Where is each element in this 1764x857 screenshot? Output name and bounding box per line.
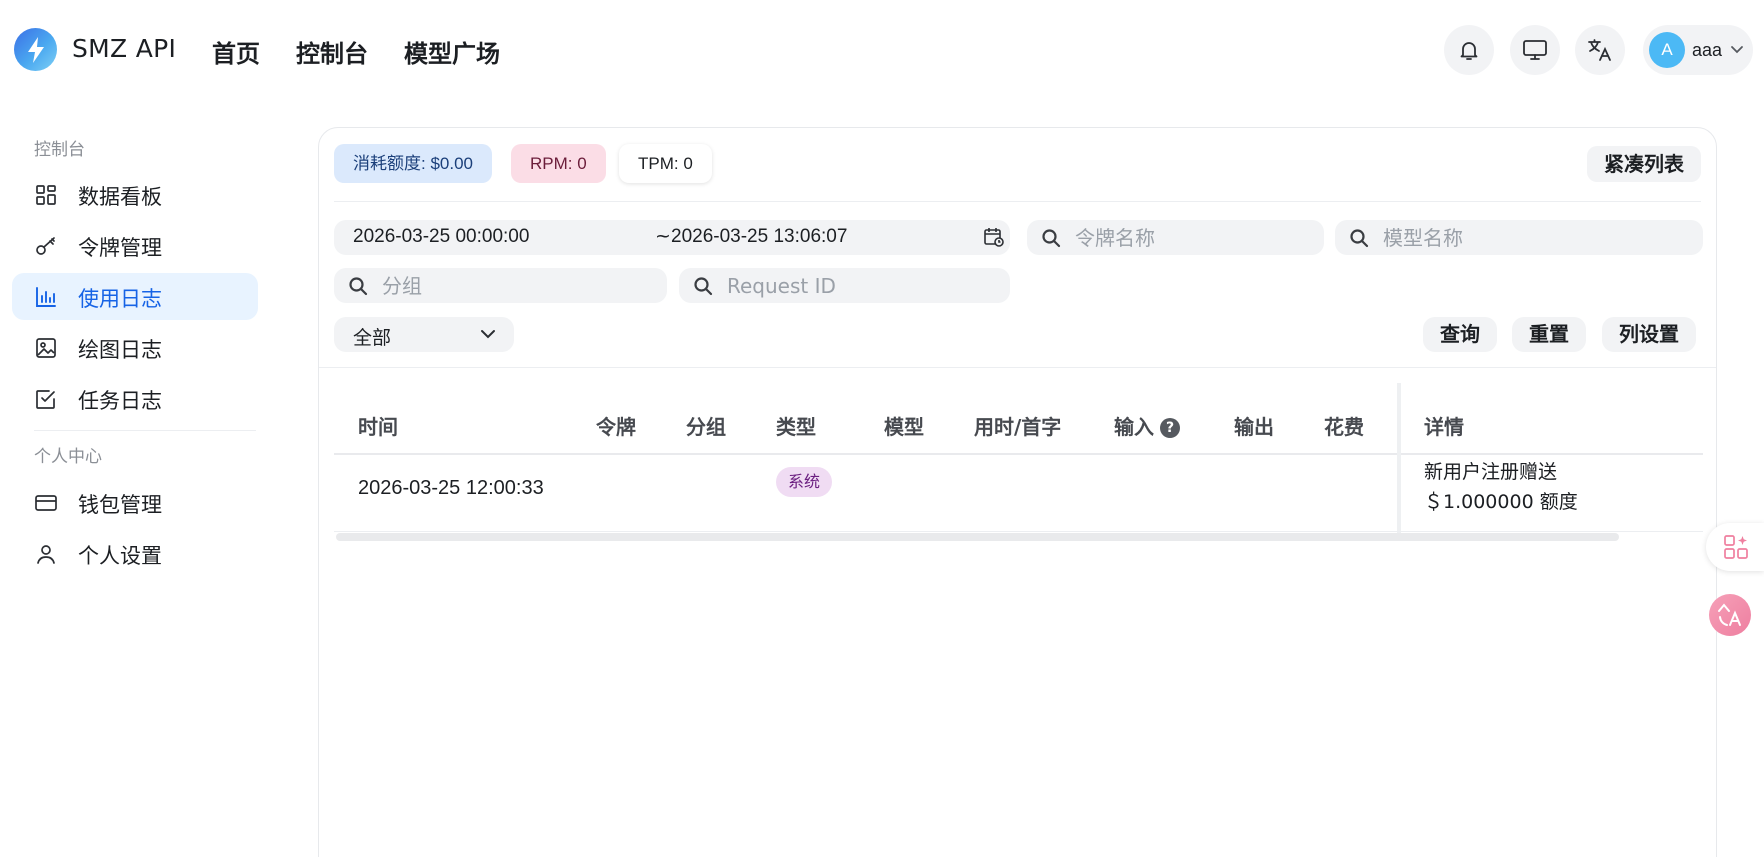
nav-home[interactable]: 首页 — [212, 34, 260, 69]
sidebar-item-label: 钱包管理 — [78, 493, 162, 517]
reset-button[interactable]: 重置 — [1512, 317, 1586, 352]
column-header-token[interactable]: 令牌 — [596, 411, 636, 440]
calendar-clock-icon — [984, 228, 1004, 247]
fixed-column-divider — [1397, 383, 1401, 533]
date-start[interactable]: 2026-03-25 00:00:00 — [353, 226, 529, 248]
monitor-icon — [1523, 40, 1547, 60]
sidebar-item-label: 绘图日志 — [78, 338, 162, 362]
checkbox-icon — [36, 390, 55, 409]
section-label-personal: 个人中心 — [34, 447, 102, 467]
column-header-cost[interactable]: 花费 — [1324, 411, 1364, 440]
horizontal-scrollbar[interactable] — [336, 533, 1619, 541]
column-header-model[interactable]: 模型 — [884, 411, 924, 440]
floating-apps-button[interactable] — [1706, 523, 1764, 571]
tpm-badge: TPM: 0 — [619, 144, 712, 183]
cell-detail-line1: 新用户注册赠送 — [1424, 461, 1558, 483]
sidebar-item-usage-logs[interactable]: 使用日志 — [12, 273, 258, 320]
query-button[interactable]: 查询 — [1423, 317, 1497, 352]
translate-icon — [1588, 39, 1611, 61]
row-divider — [334, 531, 1703, 532]
search-icon — [1042, 229, 1061, 248]
translate-icon — [1718, 603, 1741, 626]
avatar: A — [1649, 32, 1685, 68]
consumed-quota-badge: 消耗额度: $0.00 — [334, 144, 492, 183]
compact-list-button[interactable]: 紧凑列表 — [1587, 146, 1701, 182]
top-nav: 首页 控制台 模型广场 — [212, 34, 500, 69]
sidebar-item-drawing-logs[interactable]: 绘图日志 — [12, 324, 258, 371]
apps-sparkle-icon — [1724, 535, 1748, 559]
column-header-type[interactable]: 类型 — [776, 411, 816, 440]
section-label-console: 控制台 — [34, 140, 85, 160]
rpm-badge: RPM: 0 — [511, 144, 606, 183]
wallet-icon — [35, 495, 57, 511]
date-end[interactable]: 2026-03-25 13:06:07 — [671, 226, 847, 248]
date-separator: ~ — [655, 225, 671, 247]
token-name-input[interactable] — [1075, 220, 1312, 255]
brand-name[interactable]: SMZ API — [72, 34, 176, 63]
select-value: 全部 — [353, 327, 392, 349]
user-menu[interactable]: A aaa — [1643, 25, 1753, 75]
sidebar-item-label: 任务日志 — [78, 389, 162, 413]
sidebar-item-label: 使用日志 — [78, 287, 162, 311]
column-header-output[interactable]: 输出 — [1234, 411, 1274, 440]
column-header-duration[interactable]: 用时/首字 — [974, 411, 1061, 440]
user-icon — [37, 545, 55, 564]
column-header-group[interactable]: 分组 — [686, 411, 726, 440]
logo-icon[interactable] — [14, 28, 57, 71]
column-settings-button[interactable]: 列设置 — [1602, 317, 1696, 352]
table-header-divider — [334, 453, 1703, 455]
divider — [319, 367, 1716, 368]
sidebar-item-label: 令牌管理 — [78, 236, 162, 260]
column-header-input[interactable]: 输入? — [1114, 411, 1180, 440]
sidebar-item-label: 数据看板 — [78, 185, 162, 209]
sidebar-item-profile[interactable]: 个人设置 — [12, 530, 258, 577]
sidebar-item-task-logs[interactable]: 任务日志 — [12, 375, 258, 422]
request-id-field[interactable] — [679, 268, 1010, 303]
username: aaa — [1692, 40, 1723, 60]
language-button[interactable] — [1575, 25, 1625, 75]
chevron-down-icon — [481, 330, 495, 339]
notifications-button[interactable] — [1444, 25, 1494, 75]
nav-model-square[interactable]: 模型广场 — [404, 34, 500, 69]
request-id-input[interactable] — [727, 268, 998, 303]
search-icon — [349, 277, 368, 296]
search-icon — [1350, 229, 1369, 248]
top-header: SMZ API 首页 控制台 模型广场 A aaa — [0, 0, 1764, 100]
group-input[interactable] — [382, 268, 655, 303]
group-field[interactable] — [334, 268, 667, 303]
cell-time: 2026-03-25 12:00:33 — [358, 477, 544, 499]
sidebar-item-label: 个人设置 — [78, 544, 162, 568]
chevron-down-icon — [1731, 46, 1743, 54]
model-name-input[interactable] — [1383, 220, 1691, 255]
bar-chart-icon — [36, 287, 56, 307]
token-name-field[interactable] — [1027, 220, 1324, 255]
usage-logs-card: 消耗额度: $0.00 RPM: 0 TPM: 0 紧凑列表 2026-03-2… — [318, 127, 1717, 857]
dashboard-icon — [36, 185, 56, 205]
theme-button[interactable] — [1510, 25, 1560, 75]
sidebar-divider — [34, 430, 256, 431]
divider — [334, 201, 1701, 202]
sidebar-item-tokens[interactable]: 令牌管理 — [12, 222, 258, 269]
bell-icon — [1460, 42, 1478, 60]
floating-translate-button[interactable] — [1709, 594, 1751, 636]
cell-detail-line2: ＄1.000000 额度 — [1424, 491, 1578, 513]
search-icon — [694, 277, 713, 296]
log-type-select[interactable]: 全部 — [334, 317, 514, 352]
key-icon — [36, 237, 55, 255]
nav-console[interactable]: 控制台 — [296, 34, 368, 69]
column-header-input-label: 输入 — [1114, 415, 1154, 439]
image-icon — [36, 338, 56, 358]
column-header-time[interactable]: 时间 — [358, 411, 398, 440]
help-icon[interactable]: ? — [1160, 418, 1180, 438]
sidebar-item-wallet[interactable]: 钱包管理 — [12, 479, 258, 526]
column-header-details[interactable]: 详情 — [1424, 411, 1464, 440]
type-tag: 系统 — [776, 467, 833, 497]
date-range-picker[interactable]: 2026-03-25 00:00:00 ~ 2026-03-25 13:06:0… — [334, 220, 1010, 255]
model-name-field[interactable] — [1335, 220, 1703, 255]
sidebar-item-dashboard[interactable]: 数据看板 — [12, 171, 258, 218]
